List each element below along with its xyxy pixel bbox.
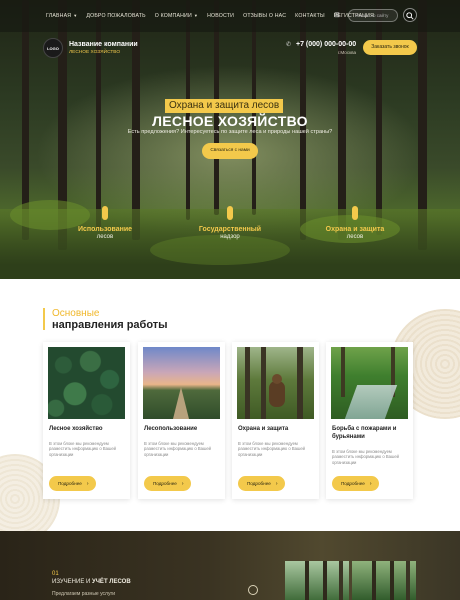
details-button[interactable]: Подробнее › [49,476,96,491]
direction-card[interactable]: Лесопользование В этом блоке мы рекоменд… [138,342,225,499]
company-name: Название компании [69,41,138,48]
nav-item-welcome[interactable]: ДОБРО ПОЖАЛОВАТЬ [86,13,145,19]
chevron-down-icon: ▼ [73,13,78,18]
pin-icon [102,206,108,220]
hero-tag: Охрана и защита лесов [165,99,284,113]
section-number: 01 [52,571,59,577]
nav-item-home[interactable]: ГЛАВНАЯ ▼ [46,13,77,19]
company-tagline: ЛЕСНОЕ ХОЗЯЙСТВО [69,50,121,55]
forest-path-image [143,347,220,419]
company-logo[interactable]: LOGO [43,38,63,58]
card-title: Лесное хозяйство [49,426,103,432]
card-description: В этом блоке мы рекомендуем разместить и… [238,441,305,457]
call-request-button[interactable]: Заказать звонок [363,40,417,55]
card-description: В этом блоке мы рекомендуем разместить и… [332,449,399,465]
section-description: Предлагаем разные услуги [52,591,116,597]
directions-section: Основные направления работы Лесное хозяй… [0,279,460,531]
details-button[interactable]: Подробнее › [332,476,379,491]
nav-item-contacts[interactable]: КОНТАКТЫ [295,13,325,19]
forest-aerial-image [48,347,125,419]
eye-icon[interactable]: ⊞ [334,12,342,20]
contact-us-button[interactable]: Связаться с нами [202,143,258,159]
direction-card[interactable]: Борьба с пожарами и бурьянами В этом бло… [326,342,413,499]
bear-in-forest-image [237,347,314,419]
site-header: LOGO Название компании ЛЕСНОЕ ХОЗЯЙСТВО … [0,35,460,63]
feature-forest-protection[interactable]: Охрана и защита лесов [305,206,405,240]
pin-icon [227,206,233,220]
arrow-right-icon: › [275,481,278,487]
phone-icon: ✆ [286,42,292,48]
arrow-right-icon: › [369,481,372,487]
forest-study-section: 01 ИЗУЧЕНИЕ И УЧЁТ ЛЕСОВ Предлагаем разн… [0,531,460,600]
chevron-down-icon: ▼ [193,13,199,18]
feature-title: Государственный [198,226,262,233]
phone-number[interactable]: +7 (000) 000-00-00 [296,41,356,48]
nav-item-news[interactable]: НОВОСТИ [207,13,234,19]
search-input[interactable]: Искать по сайту [348,9,398,22]
forest-stream-image [331,347,408,419]
feature-state-supervision[interactable]: Государственный надзор [180,206,280,240]
city-label: г.Москва [338,50,357,55]
nav-item-about[interactable]: О КОМПАНИИ ▼ [155,13,198,19]
feature-title: Охрана и защита [325,226,385,233]
card-title: Лесопользование [144,426,198,432]
direction-card[interactable]: Охрана и защита В этом блоке мы рекоменд… [232,342,319,499]
arrow-right-icon: › [86,481,89,487]
feature-subtitle: надзор [220,234,240,240]
hero-title: ЛЕСНОЕ ХОЗЯЙСТВО [152,113,308,129]
feature-subtitle: лесов [96,234,114,240]
forest-image [285,561,349,600]
card-title: Охрана и защита [238,426,289,432]
details-button[interactable]: Подробнее › [144,476,191,491]
section-title-accent: Основные [52,308,100,319]
nav-item-reviews[interactable]: ОТЗЫВЫ О НАС [243,13,286,19]
forest-image [352,561,416,600]
details-button[interactable]: Подробнее › [238,476,285,491]
pin-icon [352,206,358,220]
feature-forest-use[interactable]: Использование лесов [55,206,155,240]
card-title: Борьба с пожарами и бурьянами [332,426,397,440]
section-accent-bar [43,308,45,330]
hero-subtitle: Есть предложения? Интересуетесь по защит… [127,129,333,135]
search-button[interactable] [403,8,417,22]
card-description: В этом блоке мы рекомендуем разместить и… [49,441,116,457]
hero-section: ГЛАВНАЯ ▼ ДОБРО ПОЖАЛОВАТЬ О КОМПАНИИ ▼ НО… [0,0,460,279]
arrow-right-icon: › [181,481,184,487]
direction-card[interactable]: Лесное хозяйство В этом блоке мы рекомен… [43,342,130,499]
card-description: В этом блоке мы рекомендуем разместить и… [144,441,211,457]
section-title: ИЗУЧЕНИЕ И УЧЁТ ЛЕСОВ [52,579,131,585]
feature-title: Использование [77,226,133,233]
search-icon [406,12,414,20]
section-title: направления работы [52,319,168,331]
feature-subtitle: лесов [346,234,364,240]
leaf-icon [248,585,258,595]
